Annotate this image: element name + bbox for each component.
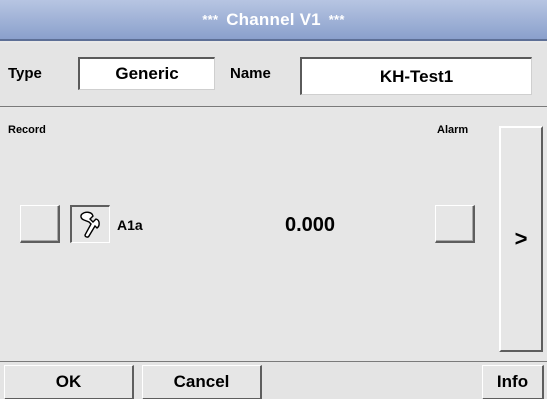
- footer-bar: OK Cancel Info: [0, 361, 547, 399]
- title-stars-left: ***: [202, 12, 219, 27]
- next-page-button[interactable]: >: [499, 126, 543, 352]
- channel-id-label: A1a: [117, 217, 143, 233]
- type-label: Type: [8, 65, 42, 82]
- record-checkbox[interactable]: [20, 205, 60, 243]
- wrench-icon: [79, 211, 100, 238]
- ok-button[interactable]: OK: [4, 365, 134, 399]
- type-name-row: Type Generic Name KH-Test1: [0, 43, 547, 107]
- cancel-button[interactable]: Cancel: [142, 365, 262, 399]
- window-title: Channel V1: [226, 9, 321, 29]
- title-stars-right: ***: [328, 12, 345, 27]
- channel-panel: Record Alarm A1a 0.000: [0, 108, 547, 361]
- settings-button[interactable]: [70, 205, 110, 243]
- measurement-value: 0.000: [285, 214, 336, 236]
- name-label: Name: [230, 65, 271, 82]
- record-label: Record: [8, 124, 46, 136]
- alarm-label: Alarm: [437, 124, 469, 136]
- type-field[interactable]: Generic: [78, 57, 215, 90]
- info-button[interactable]: Info: [482, 365, 544, 399]
- alarm-checkbox[interactable]: [435, 205, 475, 243]
- window-title-bar: *** Channel V1 ***: [0, 0, 547, 41]
- name-field[interactable]: KH-Test1: [300, 57, 532, 95]
